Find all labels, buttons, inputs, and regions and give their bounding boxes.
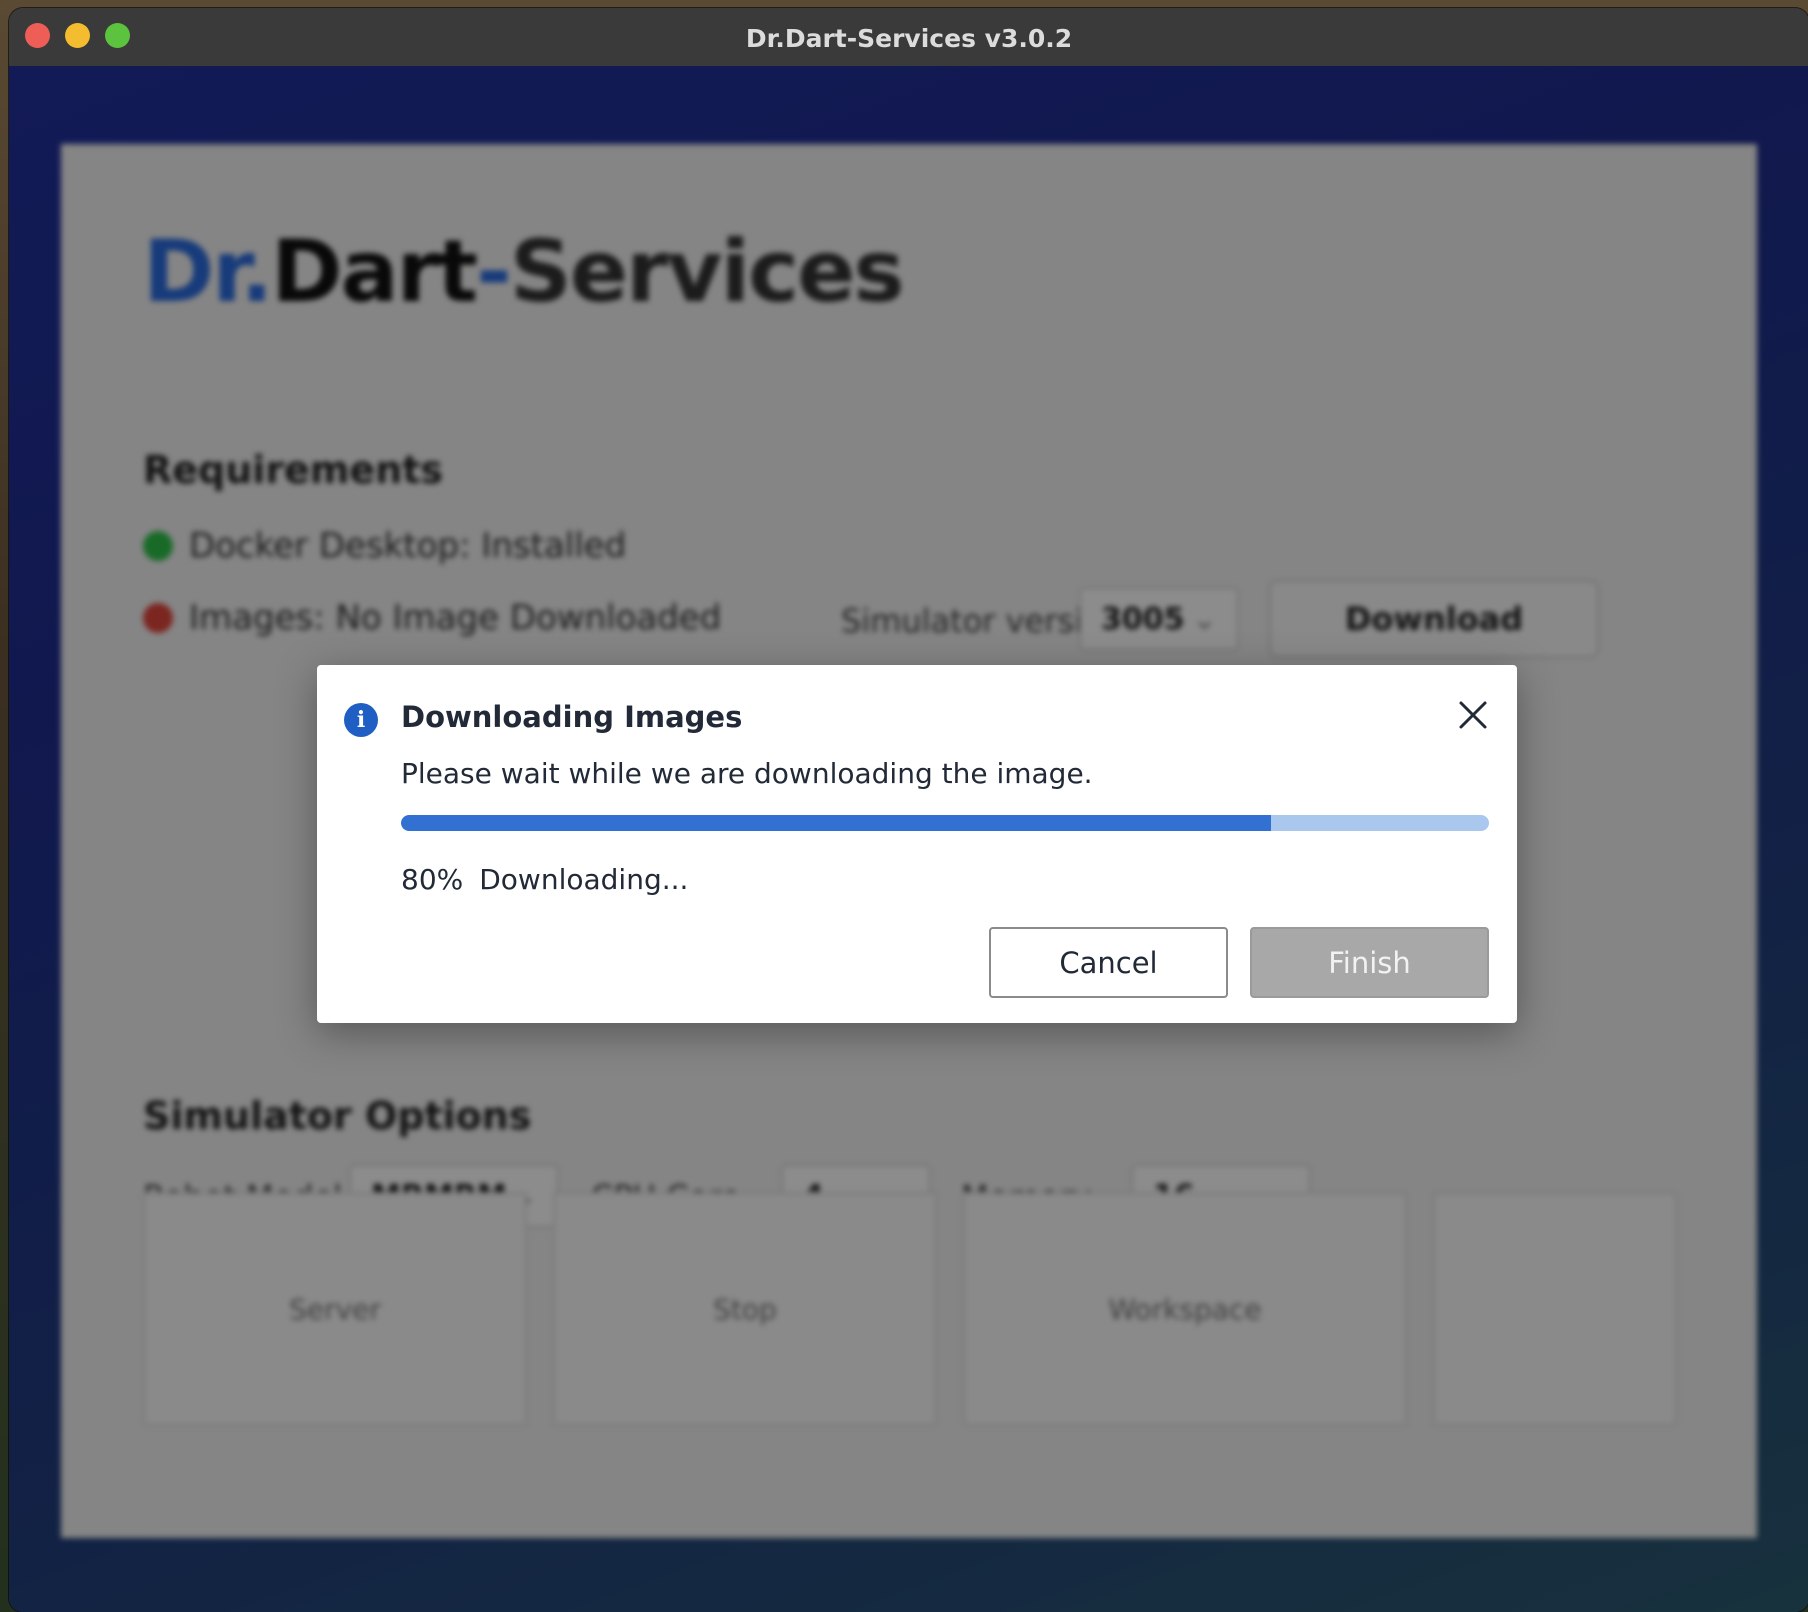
- dialog-title: Downloading Images: [401, 700, 743, 734]
- dialog-message: Please wait while we are downloading the…: [401, 757, 1093, 790]
- progress-status-text: Downloading...: [479, 863, 689, 896]
- title-bar: Dr.Dart-Services v3.0.2: [9, 8, 1808, 67]
- finish-button[interactable]: Finish: [1250, 927, 1489, 998]
- app-window: Dr.Dart-Services v3.0.2 Dr.Dart-Services…: [9, 8, 1808, 1612]
- cancel-button[interactable]: Cancel: [989, 927, 1228, 998]
- progress-bar-fill: [401, 815, 1272, 831]
- window-title: Dr.Dart-Services v3.0.2: [745, 24, 1073, 53]
- downloading-dialog: i Downloading Images Please wait while w…: [317, 665, 1517, 1023]
- progress-percent: 80%: [401, 863, 464, 896]
- progress-status: 80% Downloading...: [401, 863, 688, 896]
- progress-bar: [401, 815, 1489, 831]
- close-icon[interactable]: [1451, 693, 1495, 737]
- info-icon: i: [344, 703, 378, 737]
